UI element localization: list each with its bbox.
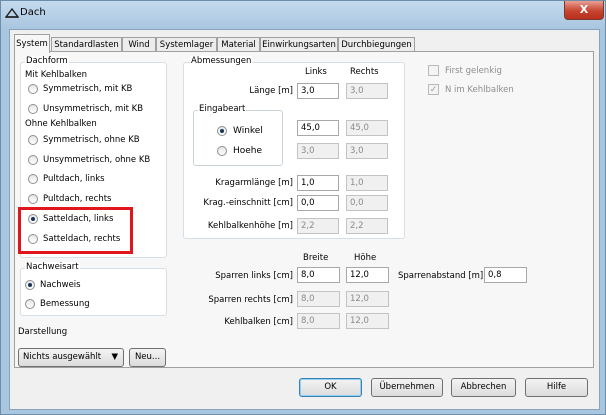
winkel-links-input[interactable]: 45,0 <box>297 120 339 136</box>
winkel-rechts-input: 45,0 <box>346 120 388 136</box>
radio-label: Unsymmetrisch, ohne KB <box>43 155 151 165</box>
laenge-rechts-input: 3,0 <box>346 83 388 99</box>
kehlbalkenhoehe-links-input: 2,2 <box>297 218 339 234</box>
col-header-rechts: Rechts <box>350 67 379 77</box>
kehlbalken-breite-input: 8,0 <box>297 313 340 329</box>
chevron-down-icon: ▼ <box>111 352 118 362</box>
dialog-window: Dach X System Standardlasten Wind System… <box>0 0 606 415</box>
radio-button[interactable] <box>28 174 38 184</box>
sparren-links-breite-input[interactable]: 8,0 <box>297 267 340 283</box>
checkbox-box[interactable] <box>428 65 439 76</box>
radio-button[interactable] <box>28 104 38 114</box>
darstellung-select[interactable]: Nichts ausgewählt ▼ <box>18 348 124 367</box>
label-mit-kehlbalken: Mit Kehlbalken <box>25 70 88 80</box>
radio-button-selected[interactable] <box>25 280 35 290</box>
button-label: OK <box>324 382 337 392</box>
button-label: Hilfe <box>546 382 567 392</box>
label-sparren-links: Sparren links [cm] <box>215 271 293 281</box>
kragarm-links-input[interactable]: 1,0 <box>297 175 339 191</box>
radio-label: Hoehe <box>233 146 263 156</box>
kehlbalken-hoehe-input: 12,0 <box>346 313 389 329</box>
group-title-dachform: Dachform <box>25 56 69 66</box>
sparren-rechts-hoehe-input: 12,0 <box>346 291 389 307</box>
radio-button[interactable] <box>25 299 35 309</box>
hoehe-links-input: 3,0 <box>297 143 339 159</box>
sparrenabstand-input[interactable]: 0,8 <box>484 267 527 283</box>
label-darstellung: Darstellung <box>18 327 68 337</box>
radio-label: Symmetrisch, ohne KB <box>43 135 140 145</box>
tab-material[interactable]: Material <box>217 37 260 52</box>
abbrechen-button[interactable]: Abbrechen <box>451 378 516 397</box>
label-ohne-kehlbalken: Ohne Kehlbalken <box>25 119 97 129</box>
label-krag-einschnitt: Krag.-einschnitt [cm] <box>203 198 293 208</box>
radio-button[interactable] <box>28 194 38 204</box>
title-bar[interactable]: Dach X <box>1 1 605 29</box>
close-button[interactable]: X <box>564 1 604 20</box>
hilfe-button[interactable]: Hilfe <box>525 378 588 397</box>
radio-button[interactable] <box>217 146 227 156</box>
group-title-eingabeart: Eingabeart <box>198 104 247 114</box>
radio-label: Unsymmetrisch, mit KB <box>43 104 144 114</box>
laenge-links-input[interactable]: 3,0 <box>297 83 339 99</box>
col-header-links: Links <box>305 67 327 77</box>
neu-button[interactable]: Neu... <box>129 348 166 367</box>
window-title: Dach <box>20 7 46 18</box>
tab-label: Material <box>221 40 256 50</box>
button-label: Übernehmen <box>379 382 435 392</box>
label-kehlbalken: Kehlbalken [cm] <box>224 317 293 327</box>
radio-label: Winkel <box>233 126 263 136</box>
radio-label: Bemessung <box>40 299 90 309</box>
radio-button[interactable] <box>28 84 38 94</box>
radio-button[interactable] <box>28 155 38 165</box>
checkbox-label: First gelenkig <box>445 66 502 76</box>
tab-system[interactable]: System <box>14 34 50 53</box>
checkbox-label: N im Kehlbalken <box>445 85 514 95</box>
group-eingabeart <box>193 110 283 166</box>
label-laenge: Länge [m] <box>249 86 293 96</box>
label-kehlbalkenhoehe: Kehlbalkenhöhe [m] <box>207 221 293 231</box>
radio-label: Pultdach, links <box>43 174 105 184</box>
radio-label: Pultdach, rechts <box>43 194 112 204</box>
tab-label: Wind <box>128 40 150 50</box>
uebernehmen-button[interactable]: Übernehmen <box>371 378 443 397</box>
radio-label: Symmetrisch, mit KB <box>43 84 133 94</box>
group-title-nachweisart: Nachweisart <box>25 262 80 272</box>
button-label: Neu... <box>134 352 161 362</box>
group-title-abmessungen: Abmessungen <box>190 56 253 66</box>
highlight-box <box>18 207 133 254</box>
kragarm-rechts-input: 1,0 <box>346 175 388 191</box>
sparren-links-hoehe-input[interactable]: 12,0 <box>346 267 389 283</box>
kehlbalkenhoehe-rechts-input: 2,2 <box>346 218 388 234</box>
tab-einwirkungsarten[interactable]: Einwirkungsarten <box>260 37 338 52</box>
check-icon[interactable]: ✓ <box>428 84 439 95</box>
tab-label: Einwirkungsarten <box>262 40 336 50</box>
close-icon: X <box>579 3 589 16</box>
select-value: Nichts ausgewählt <box>23 352 102 362</box>
label-sparrenabstand: Sparrenabstand [m] <box>398 271 484 281</box>
sparren-rechts-breite-input: 8,0 <box>297 291 340 307</box>
tab-label: Durchbiegungen <box>341 40 412 50</box>
radio-button-selected[interactable] <box>217 126 227 136</box>
krag-einschnitt-rechts-input: 0,0 <box>346 195 388 211</box>
label-sparren-rechts: Sparren rechts [cm] <box>208 295 293 305</box>
tab-label: Standardlasten <box>54 40 119 50</box>
button-label: Abbrechen <box>460 382 507 392</box>
label-kragarmlaenge: Kragarmlänge [m] <box>215 178 293 188</box>
tab-label: System <box>16 39 48 49</box>
col-header-hoehe: Höhe <box>354 253 377 263</box>
radio-button[interactable] <box>28 135 38 145</box>
tab-label: Systemlager <box>159 40 214 50</box>
tab-durchbiegungen[interactable]: Durchbiegungen <box>338 37 415 52</box>
radio-label: Nachweis <box>40 280 81 290</box>
roof-icon <box>5 7 19 18</box>
krag-einschnitt-links-input[interactable]: 0,0 <box>297 195 339 211</box>
tab-systemlager[interactable]: Systemlager <box>156 37 217 52</box>
col-header-breite: Breite <box>303 253 329 263</box>
ok-button[interactable]: OK <box>299 378 362 397</box>
hoehe-rechts-input: 3,0 <box>346 143 388 159</box>
tab-standardlasten[interactable]: Standardlasten <box>51 37 122 52</box>
tab-wind[interactable]: Wind <box>122 37 156 52</box>
